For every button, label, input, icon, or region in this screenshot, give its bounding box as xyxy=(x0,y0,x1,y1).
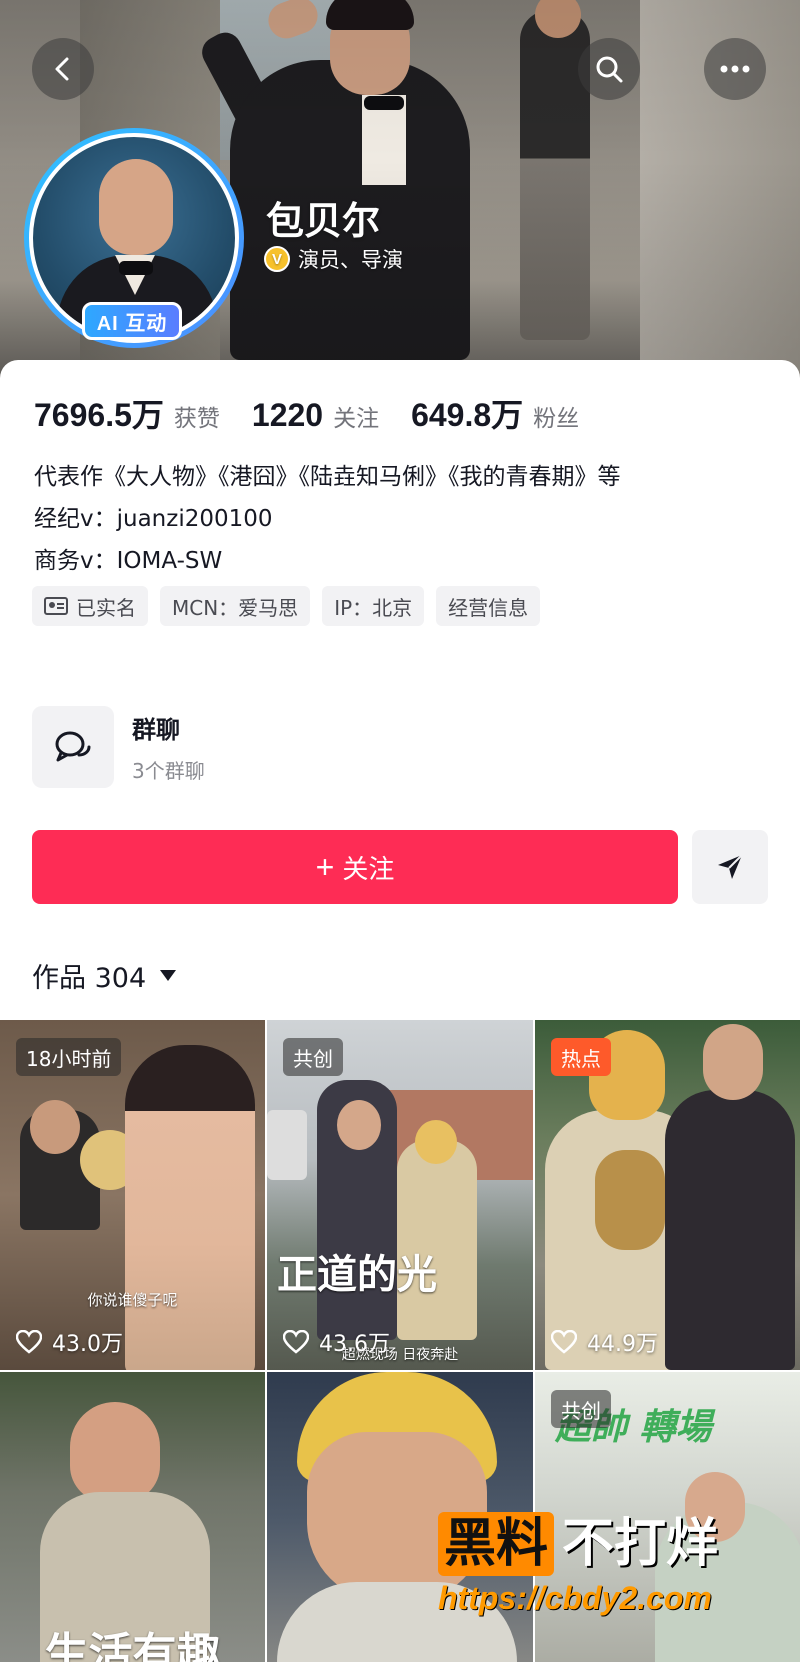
thumb-figure xyxy=(397,1140,477,1340)
video-badge: 18小时前 xyxy=(16,1038,122,1076)
back-button[interactable] xyxy=(32,38,94,100)
profile-name: 包贝尔 xyxy=(266,199,381,243)
more-button[interactable] xyxy=(704,38,766,100)
thumb-figure xyxy=(70,1402,160,1502)
video-thumb[interactable]: 生活有趣 xyxy=(0,1372,265,1662)
follow-button[interactable]: + 关注 xyxy=(32,830,678,904)
video-badge: 共创 xyxy=(283,1038,343,1076)
bio: 代表作《大人物》《港囧》《陆垚知马俐》《我的青春期》等 经纪v：juanzi20… xyxy=(34,456,621,582)
follow-label: 关注 xyxy=(342,854,395,885)
group-icon-box xyxy=(32,706,114,788)
video-thumb[interactable]: 你说谁傻子呢 18小时前 43.0万 xyxy=(0,1020,265,1370)
verify-row: V 演员、导演 xyxy=(264,244,403,274)
thumb-figure xyxy=(665,1090,795,1370)
heart-icon xyxy=(551,1330,577,1354)
followers-label[interactable]: 粉丝 xyxy=(533,399,579,433)
chat-bubbles-icon xyxy=(55,731,91,762)
video-thumb[interactable]: 正道的光 超燃现场 日夜奔赴 共创 43.6万 xyxy=(267,1020,533,1370)
video-likes: 44.9万 xyxy=(551,1326,658,1358)
ai-interact-badge[interactable]: AI 互动 xyxy=(82,302,182,340)
watermark-url: https://cbdy2.com xyxy=(438,1580,712,1616)
bio-line: 经纪v：juanzi200100 xyxy=(34,506,273,532)
profile-tags: 已实名 MCN：爱马思 IP：北京 经营信息 xyxy=(32,586,541,626)
thumb-figure xyxy=(337,1100,381,1150)
video-overlay-text: 正道的光 xyxy=(277,1253,437,1297)
group-title: 群聊 xyxy=(132,716,180,744)
video-thumb[interactable]: 热点 44.9万 xyxy=(535,1020,800,1370)
watermark: 黑料 不打烊 https://cbdy2.com xyxy=(438,1512,788,1617)
verify-text: 演员、导演 xyxy=(298,248,403,272)
video-caption: 你说谁傻子呢 xyxy=(87,1291,178,1309)
share-button[interactable] xyxy=(692,830,768,904)
thumb-figure xyxy=(125,1045,255,1370)
works-tab[interactable]: 作品 304 xyxy=(32,956,177,995)
caret-down-icon xyxy=(160,970,177,981)
tag-ip[interactable]: IP：北京 xyxy=(322,586,425,626)
chevron-left-icon xyxy=(55,57,69,81)
group-chat-entry[interactable]: 群聊 3个群聊 xyxy=(32,706,205,788)
video-likes: 43.6万 xyxy=(283,1326,390,1358)
likes-count: 7696.5万 xyxy=(34,397,164,433)
likes-count: 44.9万 xyxy=(587,1332,658,1357)
avatar-bowtie xyxy=(119,261,153,275)
likes-count: 43.0万 xyxy=(52,1332,123,1357)
thumb-stain xyxy=(595,1150,665,1250)
tag-label: 已实名 xyxy=(76,595,136,620)
avatar-head xyxy=(99,159,173,255)
video-overlay-text: 生活有趣 xyxy=(44,1629,221,1662)
watermark-text: 不打烊 xyxy=(562,1514,719,1574)
followers-count[interactable]: 649.8万 xyxy=(411,390,523,436)
works-label: 作品 304 xyxy=(32,963,147,994)
send-icon xyxy=(718,854,743,879)
more-dots-icon xyxy=(720,65,750,73)
heart-icon xyxy=(283,1330,309,1354)
video-badge-hot: 热点 xyxy=(551,1038,611,1076)
bio-line: 商务v：IOMA-SW xyxy=(34,548,223,574)
verified-icon: V xyxy=(264,246,290,272)
id-card-icon xyxy=(44,597,68,615)
tag-business-info[interactable]: 经营信息 xyxy=(436,586,541,626)
bio-line: 代表作《大人物》《港囧》《陆垚知马俐》《我的青春期》等 xyxy=(34,464,621,490)
search-button[interactable] xyxy=(578,38,640,100)
video-likes: 43.0万 xyxy=(16,1326,123,1358)
watermark-box-text: 黑料 xyxy=(438,1512,555,1576)
thumb-figure xyxy=(30,1100,80,1154)
stats-row: 7696.5万 获赞 1220 关注 649.8万 粉丝 xyxy=(34,390,611,436)
heart-icon xyxy=(16,1330,42,1354)
likes-label: 获赞 xyxy=(173,406,220,432)
following-count[interactable]: 1220 xyxy=(252,397,323,434)
thumb-figure xyxy=(703,1024,763,1100)
likes-count: 43.6万 xyxy=(319,1332,390,1357)
group-subtitle: 3个群聊 xyxy=(132,759,205,783)
thumb-figure xyxy=(415,1120,457,1164)
following-label[interactable]: 关注 xyxy=(333,399,379,433)
plus-icon: + xyxy=(315,848,335,885)
tag-mcn[interactable]: MCN：爱马思 xyxy=(160,586,311,626)
video-badge: 共创 xyxy=(551,1390,611,1428)
thumb-van xyxy=(267,1110,307,1180)
tag-verified-realname[interactable]: 已实名 xyxy=(32,586,148,626)
search-icon xyxy=(596,56,623,83)
